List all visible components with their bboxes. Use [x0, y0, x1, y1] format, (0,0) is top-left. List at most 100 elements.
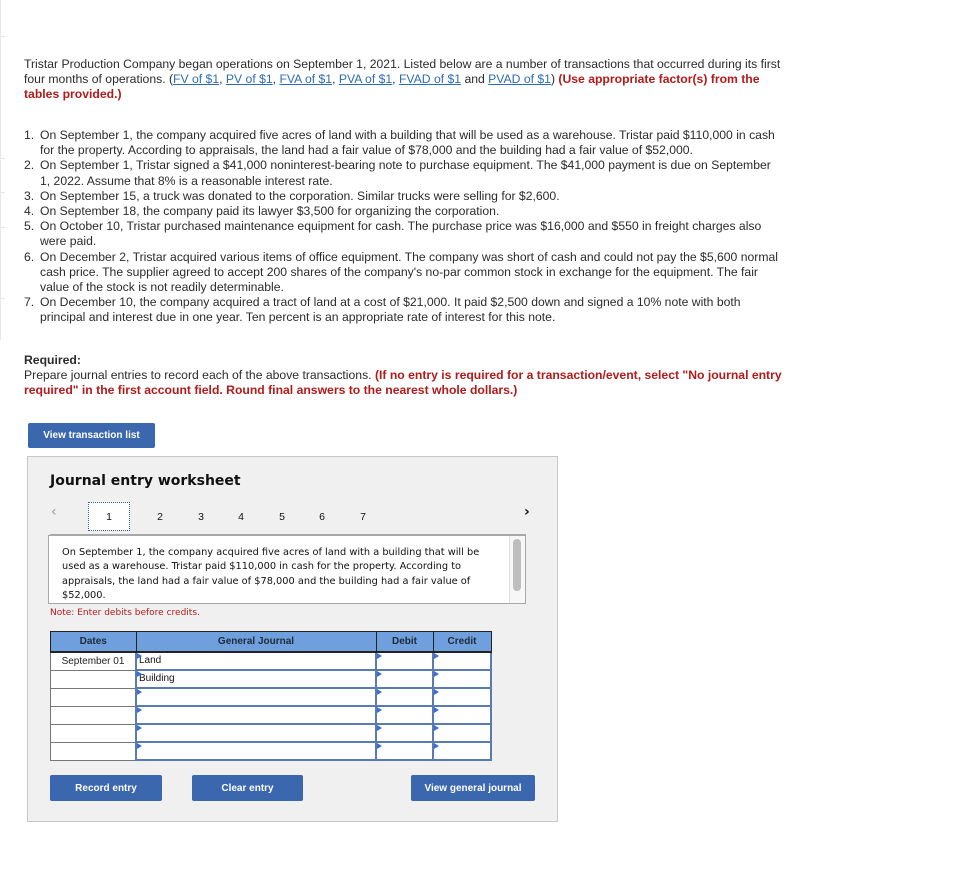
account-select[interactable] — [135, 741, 377, 761]
credit-input[interactable] — [432, 723, 492, 743]
transaction-number: 6. — [24, 249, 35, 264]
credit-value[interactable] — [434, 671, 490, 687]
account-select[interactable]: Building — [135, 669, 377, 689]
account-value[interactable] — [137, 725, 375, 741]
view-transaction-list-button[interactable]: View transaction list — [28, 423, 155, 448]
debit-input[interactable] — [375, 705, 434, 725]
account-select[interactable] — [135, 705, 377, 725]
view-general-journal-button[interactable]: View general journal — [411, 775, 535, 801]
pvad-table-link[interactable]: PVAD of $1 — [488, 72, 551, 86]
input-flag-icon — [434, 743, 439, 749]
debit-input[interactable] — [375, 723, 434, 743]
debit-value[interactable] — [377, 689, 432, 705]
credit-value[interactable] — [434, 689, 490, 705]
account-value[interactable]: Building — [137, 671, 375, 687]
transaction-list: 1. On September 1, the company acquired f… — [24, 128, 784, 326]
required-text: Prepare journal entries to record each o… — [24, 368, 375, 383]
account-value[interactable] — [137, 743, 375, 759]
date-cell — [50, 741, 137, 761]
and-word: and — [464, 72, 485, 87]
description-scrollbar[interactable] — [509, 536, 525, 603]
transaction-item: 7. On December 10, the company acquired a… — [24, 295, 784, 325]
journal-entry-worksheet: Journal entry worksheet ‹ 1 2 3 4 5 6 7 … — [27, 456, 558, 822]
pva-table-link[interactable]: PVA of $1 — [339, 72, 392, 86]
worksheet-tab-7[interactable]: 7 — [343, 503, 383, 530]
credit-value[interactable] — [434, 743, 490, 759]
dropdown-flag-icon — [137, 725, 142, 731]
transaction-text: On September 1, Tristar signed a $41,000… — [40, 158, 771, 188]
dropdown-flag-icon — [137, 689, 142, 695]
transaction-number: 2. — [24, 158, 35, 173]
column-header-general-journal: General Journal — [135, 631, 377, 653]
journal-table: Dates General Journal Debit Credit Septe… — [50, 631, 492, 761]
date-cell — [50, 723, 137, 743]
debit-value[interactable] — [377, 653, 432, 669]
debit-input[interactable] — [375, 669, 434, 689]
fvad-table-link[interactable]: FVAD of $1 — [399, 72, 461, 86]
debit-value[interactable] — [377, 743, 432, 759]
edge-divider — [0, 298, 5, 299]
input-flag-icon — [377, 689, 382, 695]
pv-table-link[interactable]: PV of $1 — [226, 72, 273, 86]
transaction-text: On December 10, the company acquired a t… — [40, 295, 741, 325]
credit-input[interactable] — [432, 705, 492, 725]
fv-table-link[interactable]: FV of $1 — [173, 72, 219, 86]
fva-table-link[interactable]: FVA of $1 — [279, 72, 332, 86]
worksheet-title: Journal entry worksheet — [50, 473, 241, 489]
dropdown-flag-icon — [137, 707, 142, 713]
debit-input[interactable] — [375, 741, 434, 761]
clear-entry-button[interactable]: Clear entry — [192, 775, 303, 801]
debit-input[interactable] — [375, 651, 434, 671]
debit-value[interactable] — [377, 671, 432, 687]
transaction-text: On September 15, a truck was donated to … — [40, 188, 560, 203]
chevron-right-icon[interactable]: › — [524, 504, 530, 520]
worksheet-tab-6[interactable]: 6 — [302, 503, 342, 530]
account-value[interactable] — [137, 707, 375, 723]
credit-input[interactable] — [432, 669, 492, 689]
edge-divider — [0, 192, 5, 193]
input-flag-icon — [377, 743, 382, 749]
debit-input[interactable] — [375, 687, 434, 707]
transaction-text: On October 10, Tristar purchased mainten… — [40, 219, 762, 249]
transaction-item: 4. On September 18, the company paid its … — [24, 204, 784, 219]
column-header-debit: Debit — [375, 631, 434, 653]
transaction-item: 2. On September 1, Tristar signed a $41,0… — [24, 158, 784, 188]
journal-row: September 01 Land — [50, 651, 492, 671]
chevron-left-icon[interactable]: ‹ — [51, 504, 57, 520]
credit-input[interactable] — [432, 687, 492, 707]
transaction-item: 3. On September 15, a truck was donated t… — [24, 189, 784, 204]
input-flag-icon — [434, 725, 439, 731]
journal-row — [50, 705, 492, 725]
dropdown-flag-icon — [137, 743, 142, 749]
account-select[interactable]: Land — [135, 651, 377, 671]
journal-row — [50, 741, 492, 761]
scrollbar-thumb[interactable] — [513, 539, 521, 591]
credit-input[interactable] — [432, 741, 492, 761]
credit-input[interactable] — [432, 651, 492, 671]
credit-value[interactable] — [434, 707, 490, 723]
account-select[interactable] — [135, 723, 377, 743]
column-header-credit: Credit — [432, 631, 492, 653]
input-flag-icon — [434, 689, 439, 695]
record-entry-button[interactable]: Record entry — [50, 775, 162, 801]
credit-value[interactable] — [434, 653, 490, 669]
credit-value[interactable] — [434, 725, 490, 741]
debit-value[interactable] — [377, 707, 432, 723]
worksheet-tab-4[interactable]: 4 — [221, 503, 261, 530]
date-cell — [50, 669, 137, 689]
dropdown-flag-icon — [137, 653, 142, 659]
transaction-item: 6. On December 2, Tristar acquired variou… — [24, 250, 784, 296]
required-title: Required: — [24, 353, 81, 367]
left-edge-rule — [0, 0, 5, 340]
worksheet-tab-2[interactable]: 2 — [140, 503, 180, 530]
worksheet-tab-5[interactable]: 5 — [262, 503, 302, 530]
edge-divider — [0, 158, 5, 159]
worksheet-tab-1[interactable]: 1 — [88, 502, 130, 531]
worksheet-tab-3[interactable]: 3 — [181, 503, 221, 530]
account-select[interactable] — [135, 687, 377, 707]
account-value[interactable]: Land — [137, 653, 375, 669]
input-flag-icon — [434, 707, 439, 713]
account-value[interactable] — [137, 689, 375, 705]
debit-value[interactable] — [377, 725, 432, 741]
transaction-text: On December 2, Tristar acquired various … — [40, 249, 778, 295]
